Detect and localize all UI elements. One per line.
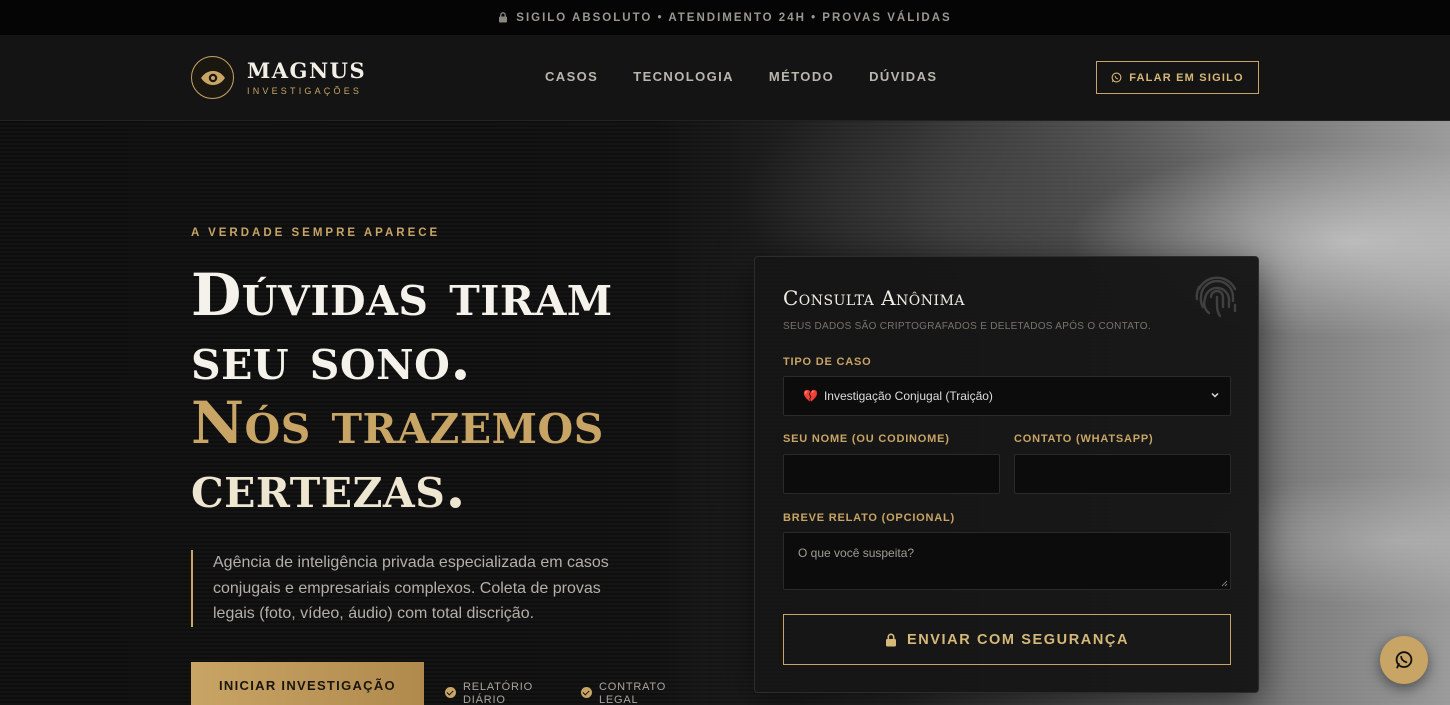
- hero-section: A VERDADE SEMPRE APARECE Dúvidas tiram s…: [0, 121, 1450, 705]
- nav-item-casos[interactable]: CASOS: [545, 69, 598, 84]
- lock-icon: [885, 633, 896, 646]
- nav-item-duvidas[interactable]: DÚVIDAS: [869, 69, 937, 84]
- send-securely-label: ENVIAR COM SEGURANÇA: [906, 631, 1130, 648]
- hero-description: Agência de inteligência privada especial…: [191, 550, 631, 627]
- contact-label: CONTATO (WHATSAPP): [1014, 433, 1154, 445]
- name-input[interactable]: [783, 454, 1000, 494]
- chevron-down-icon: [1211, 392, 1219, 398]
- form-subtitle: SEUS DADOS SÃO CRIPTOGRAFADOS E DELETADO…: [783, 321, 1151, 332]
- eye-icon: [191, 56, 234, 99]
- headline-line-1: Dúvidas tiram: [191, 261, 613, 329]
- form-title: Consulta Anônima: [783, 286, 966, 310]
- brand-subtitle: INVESTIGAÇÕES: [247, 85, 363, 96]
- badge-legal-contract: CONTRATO LEGAL: [581, 681, 679, 705]
- send-securely-button[interactable]: ENVIAR COM SEGURANÇA: [783, 614, 1231, 665]
- broken-heart-icon: 💔: [803, 389, 818, 403]
- contact-input[interactable]: [1014, 454, 1231, 494]
- start-investigation-button[interactable]: INICIAR INVESTIGAÇÃO: [191, 662, 424, 705]
- whatsapp-icon: [1111, 72, 1122, 83]
- headline-line-2: seu sono.: [191, 325, 472, 393]
- announcement-text: SIGILO ABSOLUTO • ATENDIMENTO 24H • PROV…: [516, 11, 952, 24]
- whatsapp-float-button[interactable]: [1380, 636, 1428, 684]
- badge-daily-report: RELATÓRIO DIÁRIO: [445, 681, 543, 705]
- nav-item-metodo[interactable]: MÉTODO: [769, 69, 834, 84]
- headline-line-4: certezas.: [191, 453, 467, 521]
- talk-privately-label: FALAR EM SIGILO: [1129, 71, 1244, 84]
- main-navbar: MAGNUS INVESTIGAÇÕES CASOS TECNOLOGIA MÉ…: [0, 35, 1450, 121]
- headline-line-3: Nós trazemos: [191, 389, 604, 457]
- name-label: SEU NOME (OU CODINOME): [783, 433, 950, 445]
- lock-icon: [499, 12, 508, 23]
- hero-kicker: A VERDADE SEMPRE APARECE: [191, 227, 441, 239]
- resize-handle-icon[interactable]: [1221, 580, 1228, 587]
- announcement-bar: SIGILO ABSOLUTO • ATENDIMENTO 24H • PROV…: [0, 0, 1450, 35]
- nav-item-tecnologia[interactable]: TECNOLOGIA: [633, 69, 734, 84]
- badge-label: CONTRATO LEGAL: [599, 681, 667, 705]
- fingerprint-icon: [1195, 276, 1237, 318]
- case-type-value: Investigação Conjugal (Traição): [823, 389, 993, 403]
- nav-menu: CASOS TECNOLOGIA MÉTODO DÚVIDAS: [545, 69, 937, 84]
- brand-name: MAGNUS: [247, 57, 367, 83]
- report-label: BREVE RELATO (OPCIONAL): [783, 512, 955, 524]
- case-type-select[interactable]: 💔 Investigação Conjugal (Traição): [783, 376, 1231, 416]
- case-type-label: TIPO DE CASO: [783, 356, 872, 368]
- report-textarea[interactable]: O que você suspeita?: [783, 532, 1231, 590]
- check-icon: [445, 687, 456, 698]
- badge-label: RELATÓRIO DIÁRIO: [463, 681, 533, 705]
- hero-headline: Dúvidas tiram seu sono. Nós trazemos cer…: [191, 263, 613, 519]
- anonymous-consult-form: Consulta Anônima SEUS DADOS SÃO CRIPTOGR…: [754, 256, 1259, 693]
- report-placeholder: O que você suspeita?: [798, 546, 915, 560]
- brand-logo[interactable]: MAGNUS INVESTIGAÇÕES: [191, 56, 366, 99]
- talk-privately-button[interactable]: FALAR EM SIGILO: [1096, 61, 1259, 94]
- whatsapp-icon: [1395, 651, 1413, 669]
- check-icon: [581, 687, 592, 698]
